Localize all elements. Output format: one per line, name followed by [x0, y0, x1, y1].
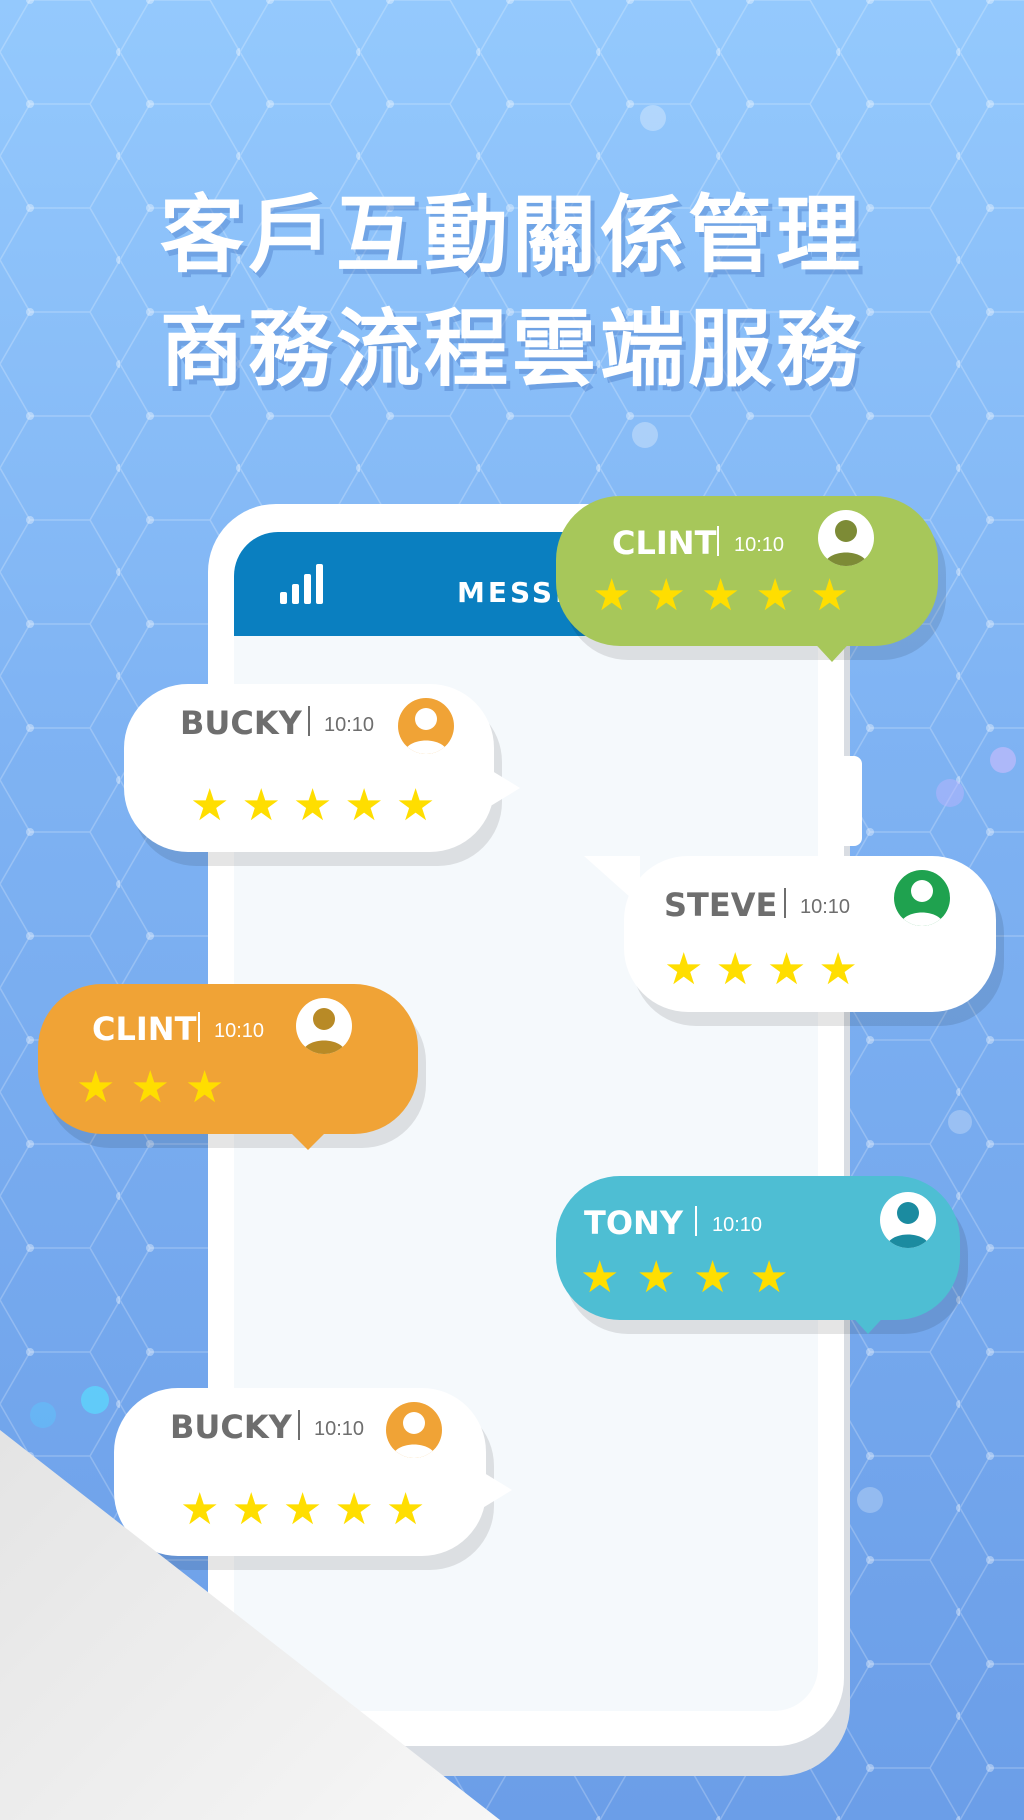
message-time: 10:10	[712, 1214, 763, 1236]
star-icon: ★	[636, 1253, 676, 1302]
star-icon: ★	[385, 1485, 426, 1534]
rating-stars: ★ ★ ★ ★ ★	[592, 574, 849, 618]
message-time: 10:10	[314, 1418, 365, 1440]
rating-stars: ★ ★ ★ ★ ★	[180, 1488, 425, 1532]
sender-name: CLINT	[612, 524, 717, 562]
star-icon: ★	[818, 945, 858, 994]
rating-stars: ★ ★ ★ ★	[580, 1256, 789, 1300]
star-icon: ★	[241, 781, 281, 830]
chat-bubble-tony: TONY 10:10 ★ ★ ★ ★	[556, 1176, 968, 1334]
star-icon: ★	[292, 781, 333, 830]
avatar-person-icon	[880, 1192, 936, 1248]
signal-icon	[280, 560, 336, 604]
star-icon: ★	[592, 571, 632, 620]
sender-name: TONY	[584, 1204, 683, 1242]
avatar-person-icon	[386, 1402, 442, 1458]
sender-name: BUCKY	[180, 704, 302, 742]
rating-stars: ★ ★ ★ ★	[664, 948, 858, 992]
star-icon: ★	[755, 571, 795, 620]
star-icon: ★	[646, 571, 686, 620]
star-icon: ★	[715, 945, 755, 994]
star-icon: ★	[231, 1485, 271, 1534]
star-icon: ★	[180, 1485, 220, 1534]
star-icon: ★	[749, 1253, 789, 1302]
chat-bubble-bucky: BUCKY 10:10 ★ ★ ★ ★ ★	[124, 684, 520, 866]
message-time: 10:10	[214, 1020, 265, 1042]
sender-name: BUCKY	[170, 1408, 292, 1446]
star-icon: ★	[282, 1485, 323, 1534]
star-icon: ★	[184, 1063, 225, 1112]
star-icon: ★	[334, 1485, 374, 1534]
star-icon: ★	[700, 571, 741, 620]
rating-stars: ★ ★ ★	[76, 1066, 224, 1110]
star-icon: ★	[130, 1063, 170, 1112]
star-icon: ★	[580, 1253, 620, 1302]
headline-line-1: 客戶互動關係管理	[159, 186, 864, 284]
star-icon: ★	[76, 1063, 116, 1112]
chat-bubble-clint-green: CLINT 10:10 ★ ★ ★ ★ ★	[556, 496, 946, 662]
avatar-person-icon	[398, 698, 454, 754]
chat-bubble-clint-orange: CLINT 10:10 ★ ★ ★	[38, 984, 426, 1150]
message-time: 10:10	[800, 896, 851, 918]
message-time: 10:10	[734, 534, 785, 556]
star-icon: ★	[692, 1253, 733, 1302]
headline-line-2: 商務流程雲端服務	[159, 300, 864, 398]
star-icon: ★	[766, 945, 807, 994]
star-icon: ★	[809, 571, 850, 620]
star-icon: ★	[395, 781, 436, 830]
avatar-person-icon	[296, 998, 352, 1054]
message-time: 10:10	[324, 714, 375, 736]
star-icon: ★	[344, 781, 384, 830]
chat-bubble-steve: STEVE 10:10 ★ ★ ★ ★	[584, 856, 1004, 1026]
rating-stars: ★ ★ ★ ★ ★	[190, 784, 435, 828]
avatar-person-icon	[818, 510, 874, 566]
sender-name: CLINT	[92, 1010, 197, 1048]
star-icon: ★	[190, 781, 230, 830]
sender-name: STEVE	[664, 886, 778, 924]
phone-side-button	[844, 756, 862, 846]
avatar-person-icon	[894, 870, 950, 926]
star-icon: ★	[664, 945, 704, 994]
chat-bubble-bucky-2: BUCKY 10:10 ★ ★ ★ ★ ★	[114, 1388, 512, 1570]
